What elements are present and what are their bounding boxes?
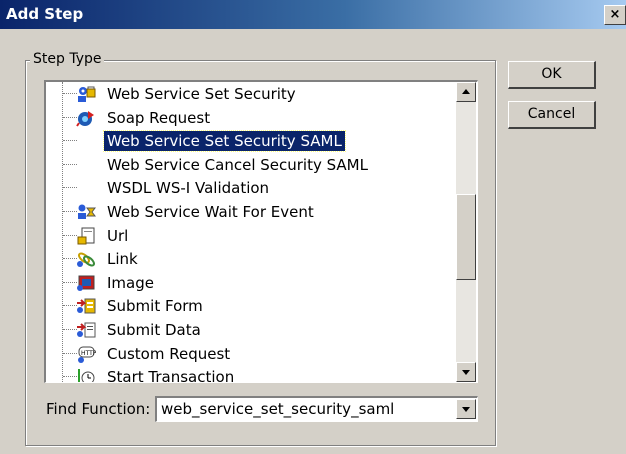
wait-for-event-icon <box>76 203 96 221</box>
list-item[interactable]: Start Transaction <box>46 365 456 382</box>
vertical-scrollbar[interactable] <box>456 82 476 382</box>
image-icon <box>76 274 96 292</box>
list-item[interactable]: Image <box>46 271 456 295</box>
chevron-down-icon <box>462 407 470 412</box>
list-item-label: WSDL WS-I Validation <box>107 179 270 198</box>
list-item-label: Custom Request <box>107 344 231 363</box>
svg-text:HTTP: HTTP <box>81 350 96 357</box>
list-item-label: Soap Request <box>107 108 211 127</box>
list-item[interactable]: Web Service Wait For Event <box>46 200 456 224</box>
list-item[interactable]: Submit Data <box>46 318 456 342</box>
tree-branch <box>63 234 77 236</box>
tree-branch <box>63 93 77 94</box>
tree-branch <box>63 258 77 260</box>
step-type-list[interactable]: Web Service Set Security Soap Request Web … <box>44 80 478 383</box>
list-item-label: Image <box>107 273 154 292</box>
up-arrow-icon <box>462 89 470 94</box>
list-item-label: Link <box>107 250 138 269</box>
custom-request-icon: HTTP <box>76 345 97 363</box>
find-function-label: Find Function: <box>46 400 151 418</box>
link-icon <box>76 250 96 268</box>
list-item[interactable]: WSDL WS-I Validation <box>46 176 456 200</box>
cancel-button[interactable]: Cancel <box>508 101 596 129</box>
list-item[interactable]: Url <box>46 224 456 248</box>
list-item[interactable]: Submit Form <box>46 294 456 318</box>
web-service-security-icon <box>76 85 96 103</box>
tree-branch <box>63 163 77 165</box>
soap-request-icon <box>76 109 96 127</box>
tree-branch <box>63 140 77 142</box>
list-item-label: Submit Form <box>107 297 203 316</box>
step-type-legend: Step Type <box>30 51 105 67</box>
tree-branch <box>63 116 77 118</box>
submit-data-icon <box>76 321 96 339</box>
submit-form-icon <box>76 297 96 315</box>
tree-branch <box>63 211 77 212</box>
list-item-label: Web Service Set Security <box>107 85 296 103</box>
list-item-label: Web Service Cancel Security SAML <box>107 155 368 174</box>
start-transaction-icon <box>76 368 96 382</box>
scroll-thumb[interactable] <box>456 194 476 280</box>
ok-button[interactable]: OK <box>508 61 596 89</box>
list-item-label: Start Transaction <box>107 368 235 382</box>
tree-branch <box>63 376 77 378</box>
scroll-down-button[interactable] <box>456 362 476 382</box>
list-item[interactable]: HTTP Custom Request <box>46 342 456 366</box>
list-item-label: Url <box>107 226 129 245</box>
close-button[interactable]: × <box>604 5 626 25</box>
tree-branch <box>63 329 77 330</box>
list-item-label: Web Service Set Security SAML <box>103 130 346 153</box>
scroll-up-button[interactable] <box>456 82 476 102</box>
step-list-items: Web Service Set Security Soap Request Web … <box>46 82 456 382</box>
tree-branch <box>63 352 77 354</box>
tree-branch <box>63 305 77 307</box>
list-item[interactable]: Web Service Cancel Security SAML <box>46 153 456 177</box>
list-item-label: Submit Data <box>107 321 201 339</box>
find-function-combo[interactable]: web_service_set_security_saml <box>155 396 478 422</box>
find-function-value[interactable]: web_service_set_security_saml <box>161 400 394 418</box>
find-dropdown-button[interactable] <box>456 399 476 419</box>
list-item[interactable]: Soap Request <box>46 106 456 130</box>
list-item[interactable]: Web Service Set Security SAML <box>46 129 456 153</box>
title-bar: Add Step × <box>0 0 626 29</box>
list-item[interactable]: Link <box>46 247 456 271</box>
list-item-label: Web Service Wait For Event <box>107 203 314 221</box>
window-title: Add Step <box>6 5 84 23</box>
tree-branch <box>63 187 77 189</box>
close-icon: × <box>609 7 621 22</box>
list-item[interactable]: Web Service Set Security <box>46 82 456 106</box>
url-icon <box>76 227 96 245</box>
tree-branch <box>63 281 77 283</box>
down-arrow-icon <box>462 370 470 375</box>
